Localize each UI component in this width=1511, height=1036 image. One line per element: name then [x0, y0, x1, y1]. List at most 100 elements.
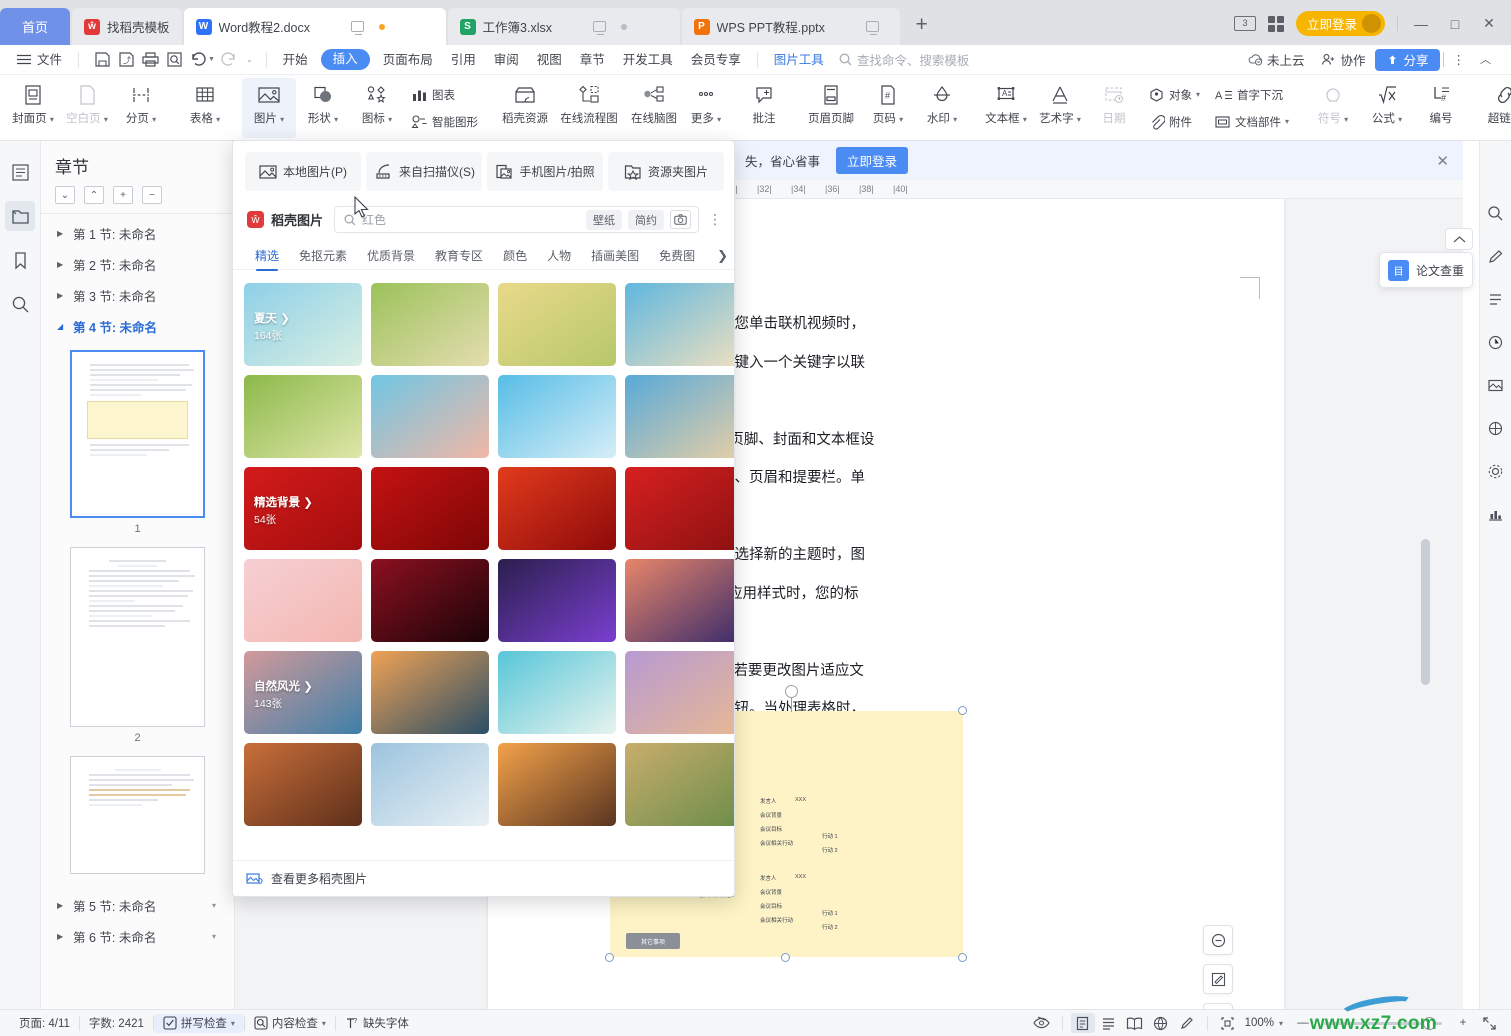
more-options-icon[interactable]: ⋮: [1447, 45, 1472, 75]
category-featured[interactable]: 精选: [245, 247, 289, 264]
chevron-down-icon[interactable]: ▾: [953, 115, 957, 124]
ribbon-numbering[interactable]: # 编号: [1414, 78, 1468, 138]
category-people[interactable]: 人物: [537, 247, 581, 264]
list-icon[interactable]: [1484, 287, 1508, 311]
ribbon-chart[interactable]: 图表: [406, 83, 483, 107]
thesis-check-popup[interactable]: 目 论文查重: [1379, 252, 1473, 288]
ribbon-header-footer[interactable]: 页眉页脚: [801, 78, 861, 138]
chevron-down-icon[interactable]: ▾: [1196, 90, 1200, 99]
picture-cell[interactable]: 自然风光 ❯ 143张: [244, 651, 362, 734]
menu-item-devtools[interactable]: 开发工具: [614, 45, 682, 75]
triangle-right-icon[interactable]: ▶: [57, 229, 65, 238]
focus-mode-icon[interactable]: [1030, 1013, 1054, 1033]
menu-item-picture-tools[interactable]: 图片工具: [765, 45, 833, 75]
home-tab[interactable]: 首页: [0, 8, 70, 45]
app-grid-icon[interactable]: [1267, 15, 1284, 32]
settings-icon[interactable]: [1484, 459, 1508, 483]
chevron-down-icon[interactable]: ▾: [280, 115, 284, 124]
phone-picture-button[interactable]: 手机图片/拍照: [487, 152, 603, 191]
picture-tools-icon[interactable]: [1484, 373, 1508, 397]
menu-item-membership[interactable]: 会员专享: [682, 45, 750, 75]
triangle-right-icon[interactable]: ▶: [57, 260, 65, 269]
chevron-down-icon[interactable]: ▾: [1077, 115, 1081, 124]
picture-cell[interactable]: [371, 651, 489, 734]
view-reading-icon[interactable]: [1123, 1013, 1147, 1033]
command-search[interactable]: 查找命令、搜索模板: [833, 50, 969, 69]
daoke-search-input[interactable]: 红色 壁纸 简约: [334, 206, 699, 233]
chevron-down-icon[interactable]: ▾: [104, 115, 108, 124]
resize-handle-s[interactable]: [781, 953, 790, 962]
fullscreen-icon[interactable]: [1477, 1013, 1501, 1033]
promo-login-button[interactable]: 立即登录: [836, 147, 909, 174]
print-icon[interactable]: [140, 49, 161, 70]
category-cutout[interactable]: 免抠元素: [289, 247, 357, 264]
resize-handle-ne[interactable]: [958, 706, 967, 715]
section-item-2[interactable]: ▶ 第 2 节: 未命名: [41, 249, 234, 280]
vertical-scrollbar[interactable]: [1421, 539, 1430, 685]
customize-caret-icon[interactable]: ⌄: [246, 55, 253, 64]
section-item-1[interactable]: ▶ 第 1 节: 未命名: [41, 218, 234, 249]
collapse-ribbon-icon[interactable]: ︿: [1474, 45, 1497, 75]
pen-icon[interactable]: [1484, 244, 1508, 268]
rail-bookmark-icon[interactable]: [5, 245, 35, 275]
save-as-icon[interactable]: ⤴: [116, 49, 137, 70]
rail-search-icon[interactable]: [5, 289, 35, 319]
section-item-3[interactable]: ▶ 第 3 节: 未命名: [41, 280, 234, 311]
chevron-down-icon[interactable]: ▾: [50, 115, 54, 124]
picture-cell[interactable]: [498, 375, 616, 458]
section-item-4[interactable]: ◢ 第 4 节: 未命名: [41, 311, 234, 342]
triangle-right-icon[interactable]: ▶: [57, 932, 65, 941]
word-count-indicator[interactable]: 字数: 2421: [80, 1015, 153, 1031]
prev-section-button[interactable]: ⌃: [84, 186, 104, 204]
save-icon[interactable]: [92, 49, 113, 70]
picture-cell[interactable]: [625, 375, 734, 458]
picture-cell[interactable]: [498, 743, 616, 826]
more-vertical-icon[interactable]: ⋮: [706, 211, 724, 228]
menu-item-references[interactable]: 引用: [442, 45, 485, 75]
rail-outline-icon[interactable]: [5, 157, 35, 187]
picture-cell[interactable]: [498, 467, 616, 550]
search-chip-simple[interactable]: 简约: [628, 209, 664, 230]
picture-cell[interactable]: [371, 283, 489, 366]
ribbon-doc-parts[interactable]: 文档部件 ▾: [1209, 110, 1294, 134]
category-illustration[interactable]: 插画美图: [581, 247, 649, 264]
ribbon-hyperlink[interactable]: 超链接: [1478, 78, 1511, 138]
chevron-down-icon[interactable]: ▾: [1023, 115, 1027, 124]
view-highlighter-icon[interactable]: [1175, 1013, 1199, 1033]
new-tab-button[interactable]: +: [902, 8, 942, 45]
chevron-down-icon[interactable]: ▾: [334, 115, 338, 124]
picture-cell[interactable]: 夏天 ❯ 164张: [244, 283, 362, 366]
ribbon-smartart[interactable]: 智能图形: [406, 110, 483, 134]
ribbon-more[interactable]: 更多 ▾: [685, 78, 727, 138]
chevron-down-icon[interactable]: ▾: [231, 1019, 235, 1028]
ribbon-formula[interactable]: 公式 ▾: [1360, 78, 1414, 138]
history-icon[interactable]: [1484, 330, 1508, 354]
zoom-level-label[interactable]: 100%: [1242, 1017, 1277, 1029]
picture-cell[interactable]: [244, 743, 362, 826]
local-picture-button[interactable]: 本地图片(P): [245, 152, 361, 191]
section-item-5[interactable]: ▶ 第 5 节: 未命名 ▾: [41, 890, 234, 921]
ribbon-picture[interactable]: 图片 ▾: [242, 78, 296, 138]
shapes-tools-icon[interactable]: [1484, 416, 1508, 440]
ribbon-table[interactable]: 表格 ▾: [178, 78, 232, 138]
ribbon-page-number[interactable]: # 页码 ▾: [861, 78, 915, 138]
next-section-button[interactable]: ⌄: [55, 186, 75, 204]
picture-cell[interactable]: [498, 651, 616, 734]
picture-cell[interactable]: [371, 375, 489, 458]
missing-font-button[interactable]: ? 缺失字体: [336, 1015, 418, 1031]
picture-cell[interactable]: 精选背景 ❯ 54张: [244, 467, 362, 550]
resize-handle-sw[interactable]: [605, 953, 614, 962]
page-thumbnail-3[interactable]: [70, 756, 205, 874]
close-button[interactable]: ✕: [1478, 15, 1500, 32]
scanner-button[interactable]: 来自扫描仪(S): [366, 152, 482, 191]
ribbon-page-break[interactable]: 分页 ▾: [114, 78, 168, 138]
ribbon-symbol[interactable]: 符号 ▾: [1306, 78, 1360, 138]
menu-item-pagelayout[interactable]: 页面布局: [374, 45, 442, 75]
ribbon-date[interactable]: 日期: [1087, 78, 1141, 138]
category-background[interactable]: 优质背景: [357, 247, 425, 264]
chevron-down-icon[interactable]: ▾: [322, 1019, 326, 1028]
collaborate-button[interactable]: 协作: [1314, 50, 1372, 69]
contentcheck-button[interactable]: 内容检查 ▾: [245, 1015, 335, 1031]
screen-count-icon[interactable]: 3: [1233, 16, 1256, 31]
share-button[interactable]: 分享: [1375, 48, 1440, 71]
